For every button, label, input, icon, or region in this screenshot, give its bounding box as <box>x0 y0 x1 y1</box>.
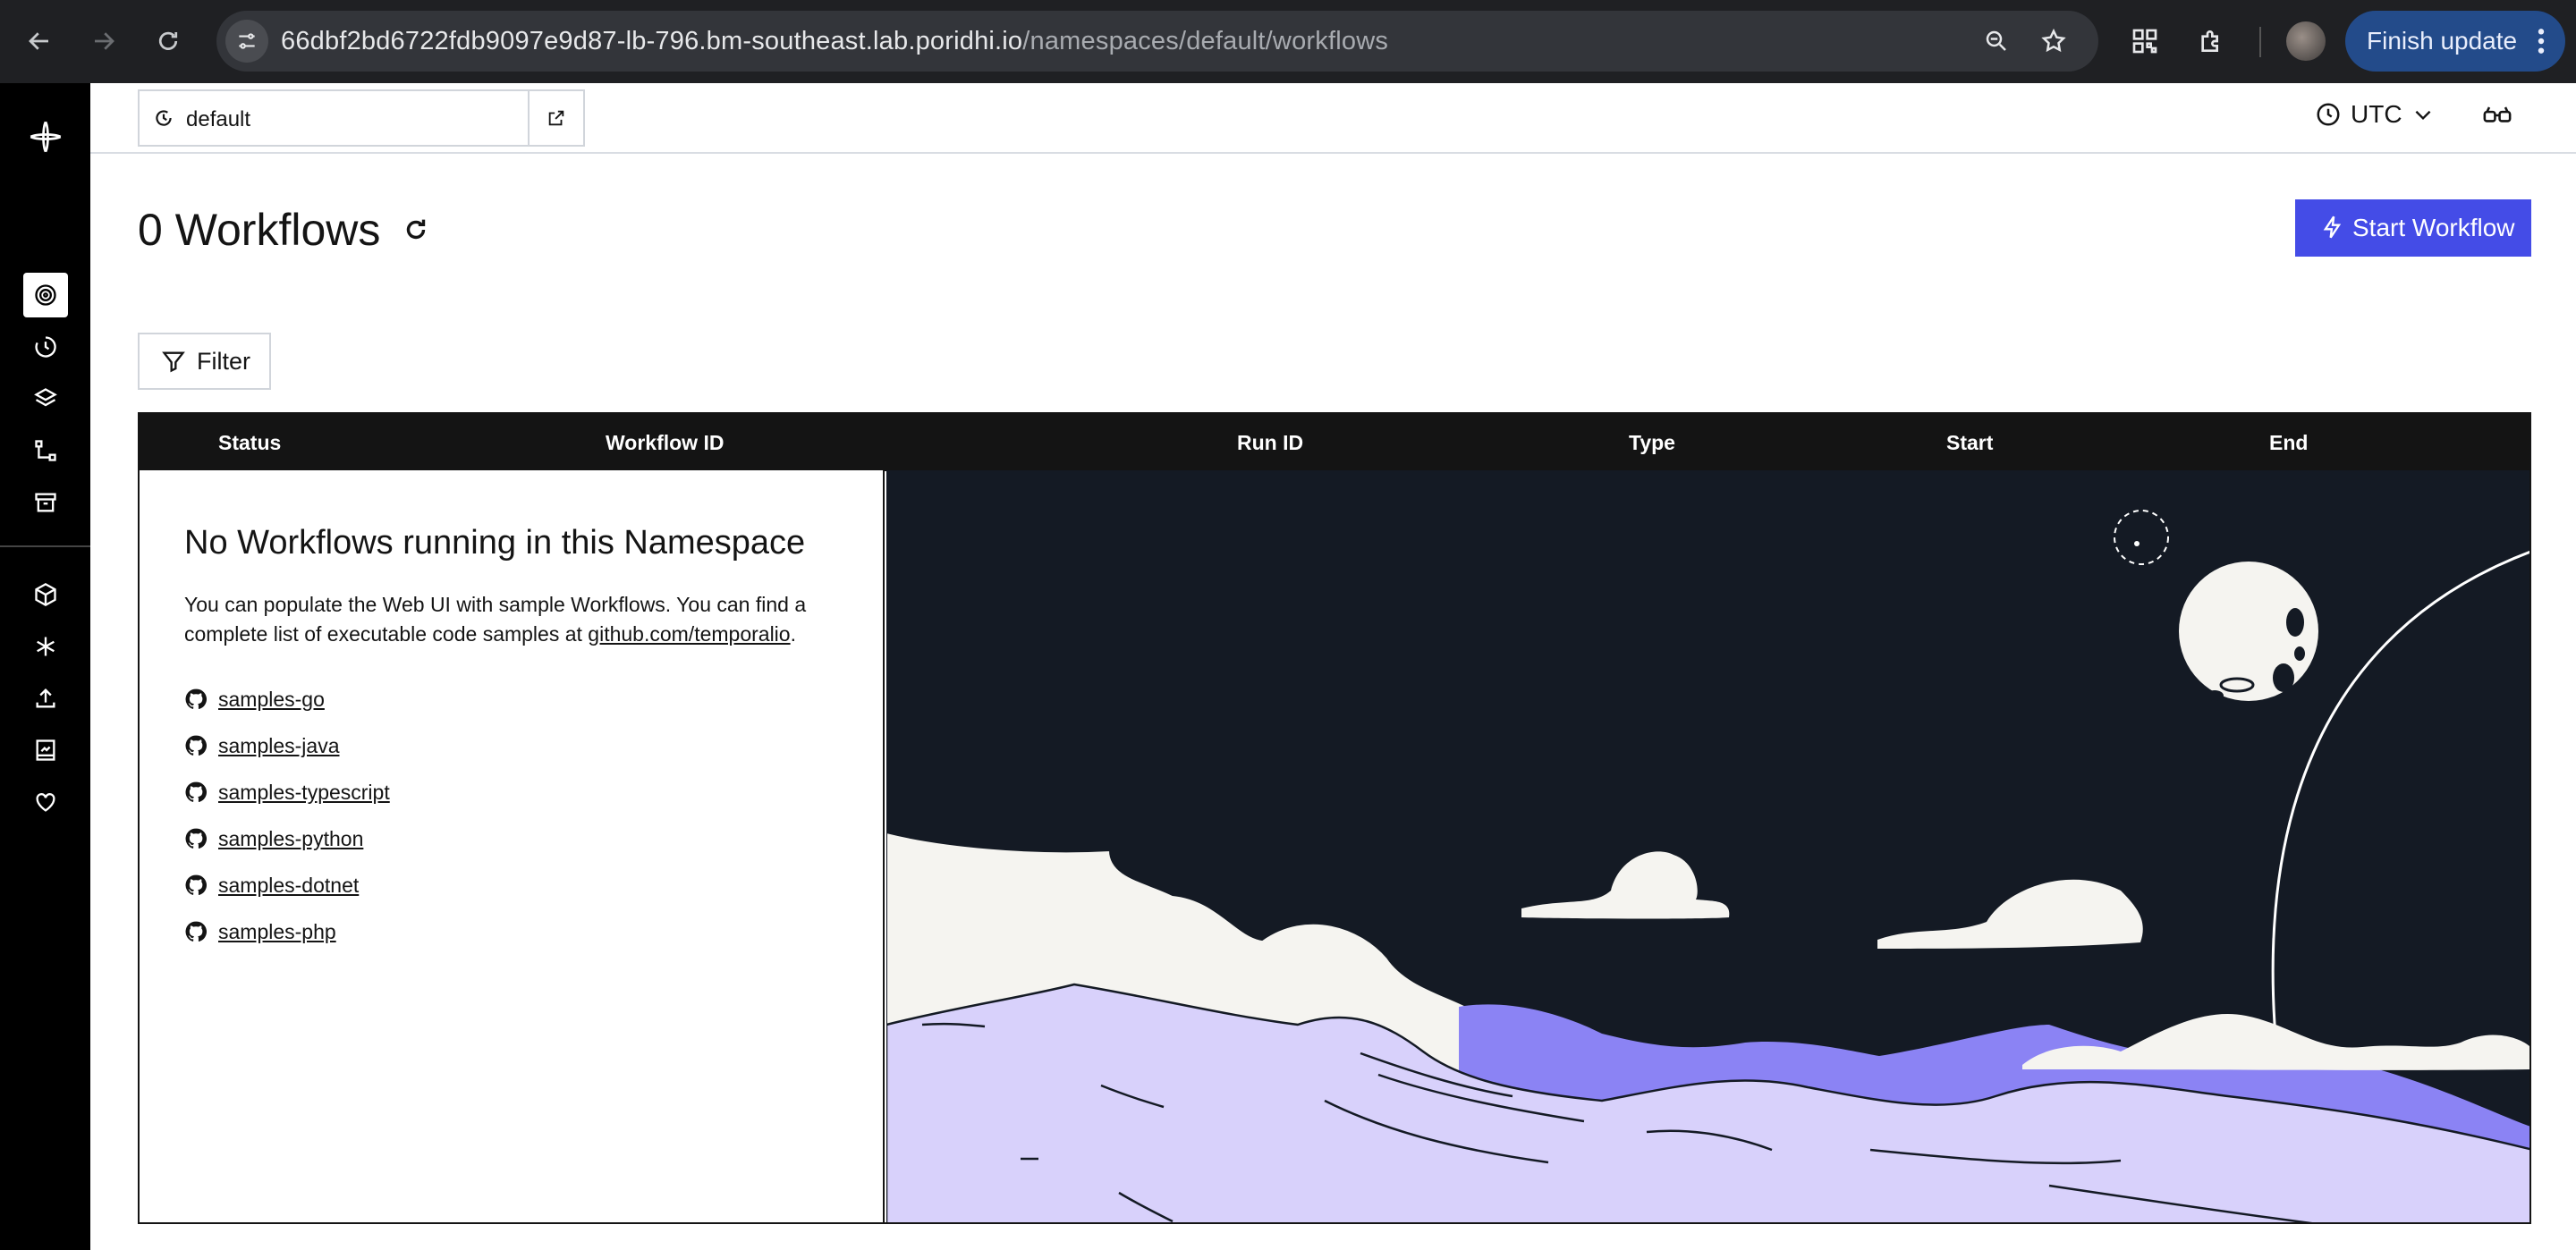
github-icon <box>185 688 208 709</box>
namespace-icon <box>152 106 175 134</box>
chevron-down-icon <box>2415 110 2430 121</box>
site-info-icon[interactable] <box>225 20 268 63</box>
sample-link-typescript[interactable]: samples-typescript <box>218 781 390 805</box>
feedback-heart-icon[interactable] <box>23 780 68 824</box>
workflows-empty-panel: No Workflows running in this Namespace Y… <box>138 470 2531 1224</box>
clock-icon <box>2317 103 2340 126</box>
menu-dots-icon <box>2537 27 2546 62</box>
start-workflow-label: Start Workflow <box>2352 214 2515 241</box>
browser-toolbar: 66dbf2bd6722fdb9097e9d87-lb-796.bm-south… <box>0 0 2576 83</box>
schedules-nav-icon[interactable] <box>23 325 68 369</box>
column-run-id[interactable]: Run ID <box>1237 431 1303 455</box>
column-type[interactable]: Type <box>1629 431 1675 455</box>
address-bar[interactable]: 66dbf2bd6722fdb9097e9d87-lb-796.bm-south… <box>216 11 2098 72</box>
temporal-logo-icon[interactable] <box>23 114 68 159</box>
import-nav-icon[interactable] <box>23 676 68 721</box>
finish-update-label: Finish update <box>2367 27 2518 55</box>
github-temporalio-link[interactable]: github.com/temporalio <box>588 622 790 646</box>
profile-avatar[interactable] <box>2286 21 2326 61</box>
timezone-label: UTC <box>2351 100 2402 128</box>
empty-state-description: You can populate the Web UI with sample … <box>184 593 807 646</box>
sample-item: samples-dotnet <box>184 862 390 908</box>
forward-icon[interactable] <box>82 20 125 63</box>
start-workflow-button[interactable]: Start Workflow <box>2295 199 2531 257</box>
qr-code-icon[interactable] <box>2123 20 2166 63</box>
sample-link-php[interactable]: samples-php <box>218 920 336 944</box>
namespace-name: default <box>186 107 251 131</box>
github-icon <box>185 828 208 849</box>
column-status[interactable]: Status <box>218 431 281 455</box>
column-workflow-id[interactable]: Workflow ID <box>606 431 724 455</box>
sample-item: samples-java <box>184 722 390 769</box>
filter-button[interactable]: Filter <box>138 333 271 390</box>
column-end[interactable]: End <box>2269 431 2308 455</box>
deployments-nav-icon[interactable] <box>23 428 68 473</box>
sample-item: samples-go <box>184 676 390 722</box>
github-icon <box>185 781 208 802</box>
back-icon[interactable] <box>18 20 61 63</box>
github-icon <box>185 921 208 942</box>
refresh-icon[interactable] <box>401 215 431 249</box>
sample-item: samples-typescript <box>184 769 390 815</box>
bookmark-star-icon[interactable] <box>2032 20 2075 63</box>
sample-link-dotnet[interactable]: samples-dotnet <box>218 874 359 898</box>
reload-icon[interactable] <box>147 20 190 63</box>
github-icon <box>185 874 208 895</box>
docs-nav-icon[interactable] <box>23 728 68 773</box>
empty-state-heading: No Workflows running in this Namespace <box>184 524 806 562</box>
filter-funnel-icon <box>162 351 185 373</box>
empty-state: No Workflows running in this Namespace Y… <box>140 470 885 1222</box>
sample-item: samples-python <box>184 815 390 862</box>
extensions-icon[interactable] <box>2190 20 2233 63</box>
workflows-table-header: Status Workflow ID Run ID Type Start End <box>138 412 2531 471</box>
data-encoder-icon[interactable] <box>2481 101 2513 134</box>
zoom-icon[interactable] <box>1975 20 2018 63</box>
sample-link-java[interactable]: samples-java <box>218 734 340 758</box>
night-landscape-illustration <box>886 470 2529 1222</box>
nexus-nav-icon[interactable] <box>23 624 68 669</box>
finish-update-button[interactable]: Finish update <box>2345 11 2565 72</box>
toolbar-divider <box>2259 27 2261 57</box>
workflows-nav-icon[interactable] <box>23 273 68 317</box>
url-text: 66dbf2bd6722fdb9097e9d87-lb-796.bm-south… <box>281 27 1389 55</box>
namespace-selector[interactable]: default <box>138 89 585 147</box>
lightning-icon <box>2323 215 2342 239</box>
samples-list: samples-go samples-java samples-typescri… <box>184 676 390 955</box>
column-start[interactable]: Start <box>1946 431 1993 455</box>
app-sidebar <box>0 83 90 1250</box>
external-link-icon[interactable] <box>528 91 583 145</box>
sample-link-python[interactable]: samples-python <box>218 827 363 851</box>
sample-link-go[interactable]: samples-go <box>218 688 325 712</box>
timezone-selector[interactable]: UTC <box>2315 100 2435 129</box>
sidebar-divider <box>0 545 90 547</box>
namespaces-nav-icon[interactable] <box>23 572 68 617</box>
sample-item: samples-php <box>184 908 390 955</box>
filter-label: Filter <box>197 347 250 375</box>
page-title: 0 Workflows <box>138 205 381 255</box>
archive-nav-icon[interactable] <box>23 480 68 525</box>
github-icon <box>185 735 208 756</box>
batch-nav-icon[interactable] <box>23 376 68 421</box>
